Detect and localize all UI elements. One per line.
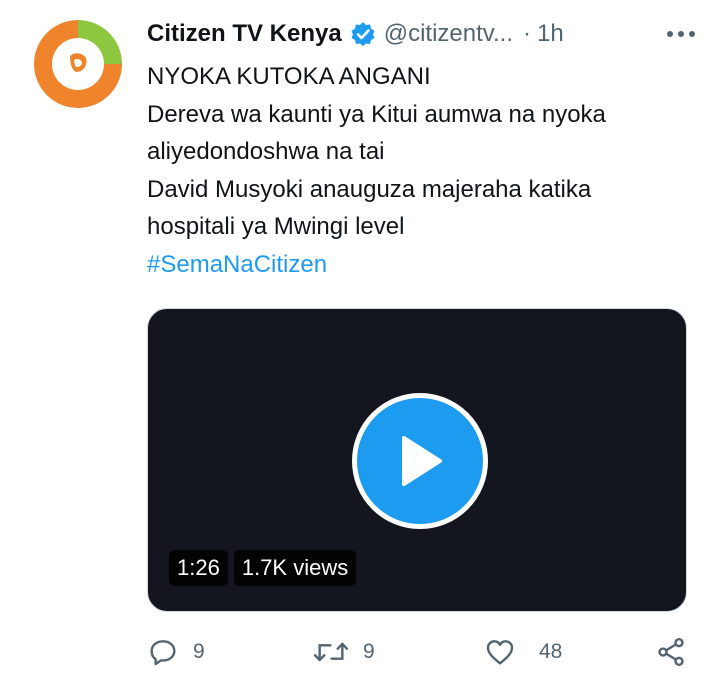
more-options-button[interactable] xyxy=(664,20,698,48)
like-button[interactable]: 48 xyxy=(483,636,562,668)
author-name[interactable]: Citizen TV Kenya xyxy=(147,20,342,48)
video-badges: 1:26 1.7K views xyxy=(169,550,357,586)
tweet-line: hospitali ya Mwingi level xyxy=(147,213,405,240)
citizen-tv-logo xyxy=(30,16,126,112)
video-duration: 1:26 xyxy=(169,550,228,586)
tweet-line: David Musyoki anauguza majeraha katika xyxy=(147,175,592,203)
heart-icon xyxy=(486,640,514,665)
play-icon xyxy=(402,436,442,486)
avatar[interactable] xyxy=(30,16,126,112)
like-count: 48 xyxy=(539,640,563,663)
tweet-actions: 9 9 48 xyxy=(147,632,692,676)
tweet-line: aliyedondoshwa na tai xyxy=(147,138,385,165)
retweet-button[interactable]: 9 xyxy=(313,636,375,668)
play-button[interactable] xyxy=(352,393,488,529)
tweet-line: Dereva wa kaunti ya Kitui aumwa na nyoka xyxy=(147,100,606,128)
author-handle[interactable]: @citizentv... xyxy=(384,20,513,48)
hashtag-link[interactable]: #SemaNaCitizen xyxy=(147,246,707,284)
verified-badge-icon xyxy=(350,21,376,47)
share-icon xyxy=(658,638,684,666)
tweet-text: NYOKA KUTOKA ANGANI Dereva wa kaunti ya … xyxy=(147,58,707,283)
video-views: 1.7K views xyxy=(233,550,357,586)
more-horizontal-icon xyxy=(667,31,695,37)
reply-count: 9 xyxy=(193,640,205,663)
timestamp[interactable]: 1h xyxy=(537,20,564,48)
reply-icon xyxy=(150,640,176,666)
tweet-header: Citizen TV Kenya @citizentv... · 1h xyxy=(147,14,700,54)
separator-dot: · xyxy=(523,20,531,47)
retweet-icon xyxy=(313,642,349,662)
retweet-count: 9 xyxy=(363,640,375,663)
video-player[interactable]: 1:26 1.7K views xyxy=(147,308,687,612)
reply-button[interactable]: 9 xyxy=(147,636,205,668)
share-button[interactable] xyxy=(655,636,687,668)
tweet-line: NYOKA KUTOKA ANGANI xyxy=(147,63,431,90)
